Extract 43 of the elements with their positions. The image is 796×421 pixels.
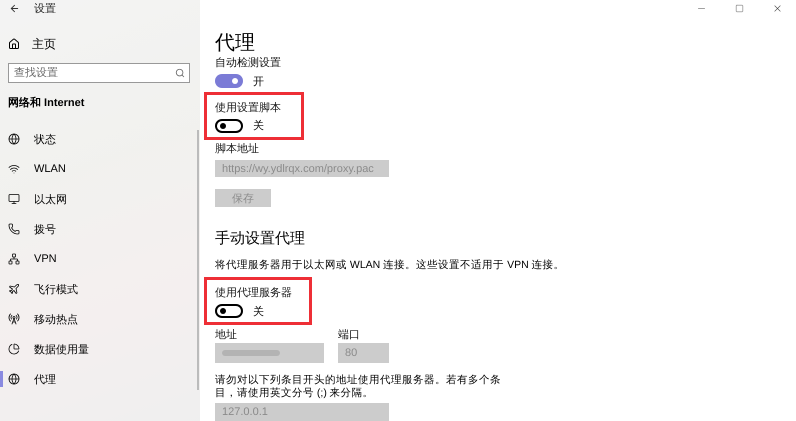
nav-item[interactable]: VPN (0, 244, 200, 274)
toggle-state: 开 (253, 74, 264, 88)
toggle-state: 关 (253, 118, 264, 134)
back-icon[interactable] (9, 3, 20, 14)
globe-icon (8, 133, 20, 145)
maximize-icon (734, 4, 744, 13)
toggle-switch[interactable] (215, 74, 243, 88)
phone-icon (8, 223, 20, 235)
nav-item[interactable]: 移动热点 (0, 304, 200, 334)
pie-chart-icon (8, 343, 20, 355)
nav-item[interactable]: 状态 (0, 124, 200, 154)
nav-item[interactable]: 以太网 (0, 184, 200, 214)
field-label: 脚本地址 (215, 142, 260, 157)
nav-item[interactable]: 拨号 (0, 214, 200, 244)
close-icon (772, 3, 782, 14)
home-link[interactable]: 主页 (0, 35, 200, 53)
monitor-icon (8, 193, 20, 205)
field-label: 地址 (215, 328, 238, 344)
setting-label: 使用代理服务器 (215, 286, 293, 302)
toggle-switch[interactable] (215, 304, 243, 318)
home-icon (8, 38, 20, 50)
nav-item[interactable]: 数据使用量 (0, 334, 200, 364)
blurred-text-drawing (222, 349, 280, 358)
nav-item[interactable]: 飞行模式 (0, 274, 200, 304)
nav-item[interactable]: WLAN (0, 154, 200, 184)
section-title: 网络和 Internet (7, 96, 86, 111)
page-title: 代理 (215, 31, 256, 55)
airplane-icon (8, 283, 20, 295)
toggle-state: 关 (253, 304, 264, 319)
setting-label: 自动检测设置 (215, 56, 282, 71)
section-heading: 手动设置代理 (215, 228, 306, 249)
nav-item[interactable]: 代理 (0, 364, 200, 394)
network-icon (8, 253, 20, 265)
search-icon (175, 68, 185, 78)
field-label: 端口 (338, 328, 361, 344)
setting-label: 使用设置脚本 (215, 100, 282, 116)
antenna-icon (8, 313, 20, 325)
description-text: 将代理服务器用于以太网或 WLAN 连接。这些设置不适用于 VPN 连接。 (215, 258, 566, 273)
description-text: 请勿对以下列条目开头的地址使用代理服务器。若有多个条目，请使用英文分号 (;) 来分隔。 (215, 374, 502, 400)
globe-icon (8, 373, 20, 385)
toggle-switch[interactable] (215, 118, 243, 133)
window-title: 设置 (34, 2, 56, 16)
search-field[interactable]: 查找设置 (8, 63, 190, 83)
